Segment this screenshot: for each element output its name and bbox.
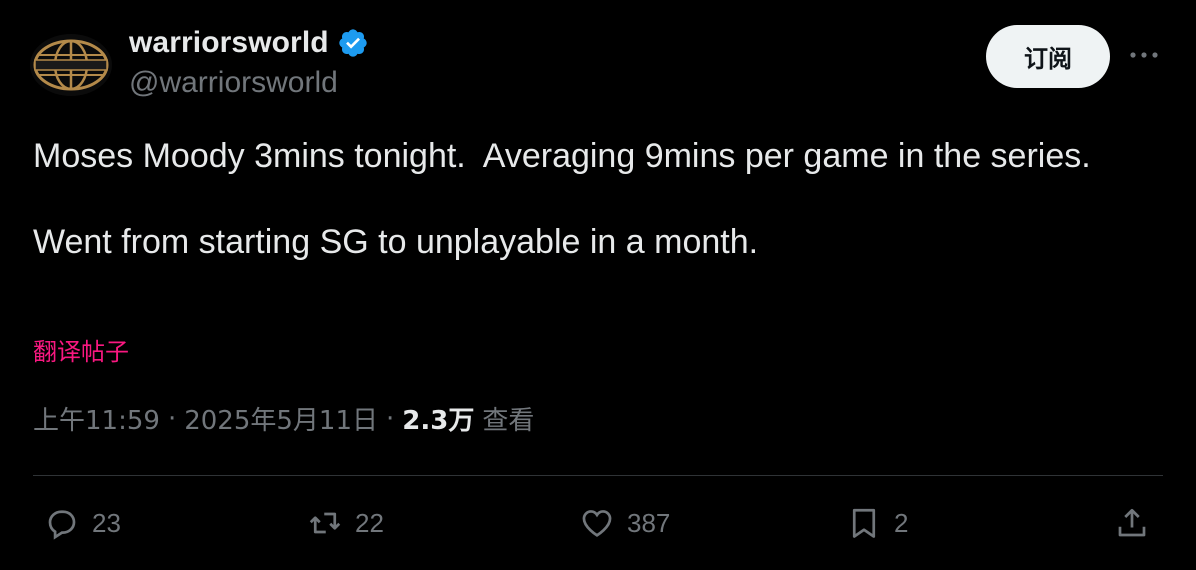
tweet-text: Moses Moody 3mins tonight. Averaging 9mi… — [33, 137, 1091, 261]
translate-post-link[interactable]: 翻译帖子 — [33, 332, 129, 367]
subscribe-button[interactable]: 订阅 — [986, 25, 1110, 88]
share-icon — [1118, 508, 1146, 537]
retweet-icon — [309, 512, 341, 534]
bookmark-count: 2 — [894, 507, 909, 538]
like-count: 387 — [627, 507, 671, 538]
reply-button[interactable]: 23 — [44, 495, 121, 551]
author-name-row[interactable]: warriorsworld — [129, 26, 369, 60]
reply-icon — [48, 510, 76, 540]
views-count[interactable]: 2.3万 — [402, 400, 474, 437]
more-icon — [1130, 52, 1158, 58]
action-bar: 23 22 387 2 — [0, 495, 1196, 551]
bookmark-icon — [852, 508, 876, 538]
more-button[interactable] — [1124, 35, 1164, 75]
avatar[interactable] — [30, 34, 112, 96]
author-handle[interactable]: @warriorsworld — [129, 66, 338, 100]
globe-logo-icon — [33, 39, 109, 91]
like-button[interactable]: 387 — [579, 495, 670, 551]
divider — [33, 475, 1163, 476]
retweet-count: 22 — [355, 507, 384, 538]
share-button[interactable] — [1114, 495, 1150, 551]
tweet-time[interactable]: 上午11:59 — [33, 400, 160, 437]
verified-badge-icon — [339, 29, 367, 57]
heart-icon — [582, 510, 612, 537]
meta-separator: · — [386, 403, 395, 434]
tweet-meta: 上午11:59 · 2025年5月11日 · 2.3万 查看 — [33, 400, 534, 437]
bookmark-button[interactable]: 2 — [846, 495, 908, 551]
views-label: 查看 — [482, 406, 535, 436]
retweet-button[interactable]: 22 — [307, 495, 384, 551]
meta-separator: · — [167, 403, 177, 434]
display-name[interactable]: warriorsworld — [129, 26, 329, 60]
tweet-date[interactable]: 2025年5月11日 — [184, 400, 378, 437]
reply-count: 23 — [92, 507, 121, 538]
